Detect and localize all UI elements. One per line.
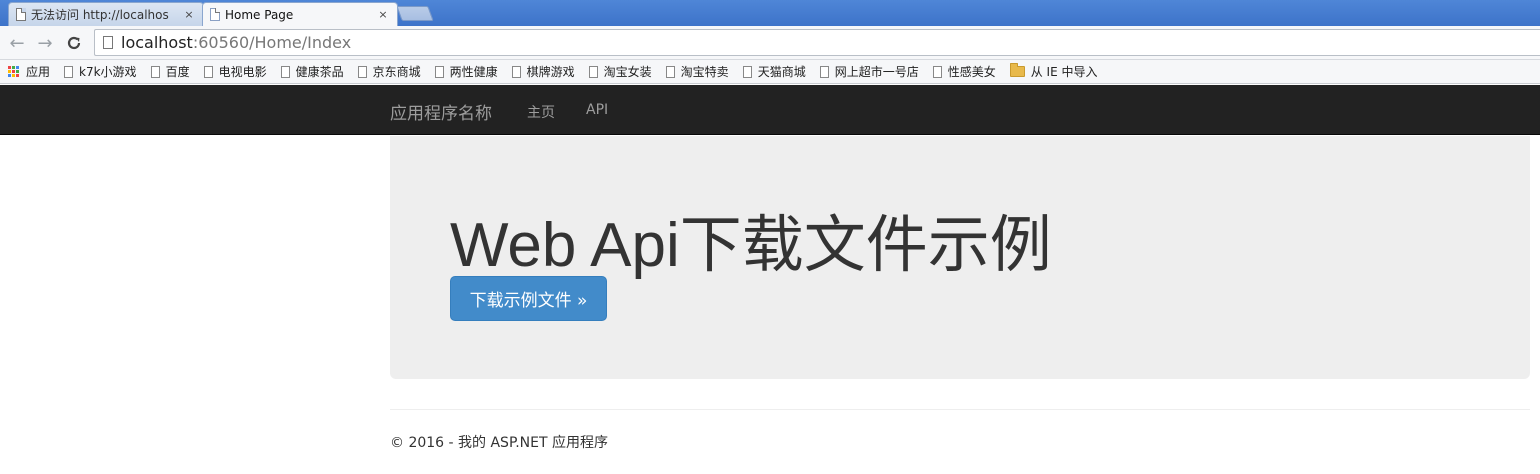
navbar-brand[interactable]: 应用程序名称 bbox=[390, 99, 492, 124]
footer-divider bbox=[390, 409, 1530, 410]
nav-link-api[interactable]: API bbox=[586, 102, 608, 118]
page-icon bbox=[64, 65, 74, 78]
tab-title: 无法访问 http://localhos bbox=[31, 8, 169, 22]
bookmark-item[interactable]: 淘宝女装 bbox=[588, 63, 652, 80]
bookmark-item[interactable]: 两性健康 bbox=[434, 63, 498, 80]
page-heading: Web Api下载文件示例 bbox=[450, 211, 1052, 280]
site-navbar: 应用程序名称 主页 API bbox=[0, 85, 1540, 135]
page-icon bbox=[742, 65, 752, 78]
bookmark-item[interactable]: 健康茶品 bbox=[280, 63, 344, 80]
page-info-icon bbox=[103, 36, 113, 49]
close-tab-icon[interactable]: × bbox=[183, 8, 195, 21]
bookmark-apps[interactable]: 应用 bbox=[8, 63, 50, 80]
bookmarks-bar: 应用 k7k小游戏 百度 电视电影 健康茶品 京东商城 两性健康 棋牌游戏 淘宝… bbox=[0, 60, 1540, 84]
bookmark-item[interactable]: k7k小游戏 bbox=[64, 63, 137, 80]
bookmark-label: 京东商城 bbox=[372, 65, 421, 79]
page-icon bbox=[150, 65, 160, 78]
bookmark-label: k7k小游戏 bbox=[79, 65, 137, 79]
footer-text: © 2016 - 我的 ASP.NET 应用程序 bbox=[390, 435, 608, 451]
nav-link-home[interactable]: 主页 bbox=[527, 102, 555, 122]
url-host: localhost bbox=[121, 33, 193, 52]
tab-strip: 无法访问 http://localhos × Home Page × bbox=[0, 0, 1540, 26]
bookmark-item[interactable]: 网上超市一号店 bbox=[819, 63, 919, 80]
folder-icon bbox=[1009, 63, 1025, 77]
bookmark-item[interactable]: 天猫商城 bbox=[742, 63, 806, 80]
bookmark-label: 网上超市一号店 bbox=[834, 65, 919, 79]
bookmark-label: 百度 bbox=[165, 65, 190, 79]
reload-arrow-glyph bbox=[67, 36, 81, 50]
page-icon bbox=[511, 65, 521, 78]
bookmark-label: 天猫商城 bbox=[757, 65, 806, 79]
page-icon bbox=[665, 65, 675, 78]
back-arrow-icon[interactable]: ← bbox=[5, 31, 29, 55]
forward-arrow-icon[interactable]: → bbox=[33, 31, 57, 55]
tab-error-page[interactable]: 无法访问 http://localhos × bbox=[8, 2, 204, 26]
bookmark-item[interactable]: 百度 bbox=[150, 63, 190, 80]
bookmark-label: 电视电影 bbox=[218, 65, 267, 79]
url-text: localhost:60560/Home/Index bbox=[121, 33, 351, 52]
page-icon bbox=[434, 65, 444, 78]
page-icon bbox=[203, 65, 213, 78]
bookmark-label: 淘宝特卖 bbox=[680, 65, 729, 79]
close-tab-icon[interactable]: × bbox=[377, 8, 389, 21]
bookmark-item[interactable]: 性感美女 bbox=[932, 63, 996, 80]
bookmark-label: 棋牌游戏 bbox=[526, 65, 575, 79]
jumbotron: Web Api下载文件示例 下载示例文件 » bbox=[390, 136, 1530, 379]
page-icon bbox=[280, 65, 290, 78]
bookmark-label: 性感美女 bbox=[947, 65, 996, 79]
bookmark-item[interactable]: 电视电影 bbox=[203, 63, 267, 80]
bookmark-item[interactable]: 棋牌游戏 bbox=[511, 63, 575, 80]
bookmark-label: 淘宝女装 bbox=[603, 65, 652, 79]
bookmark-label: 健康茶品 bbox=[295, 65, 344, 79]
page-icon bbox=[588, 65, 598, 78]
tab-title: Home Page bbox=[225, 7, 294, 22]
tab-home-page[interactable]: Home Page × bbox=[202, 2, 398, 26]
bookmark-label: 应用 bbox=[26, 65, 51, 79]
browser-toolbar: ← → localhost:60560/Home/Index bbox=[0, 26, 1540, 60]
url-path: :60560/Home/Index bbox=[192, 33, 352, 52]
page-icon bbox=[357, 65, 367, 78]
address-bar[interactable]: localhost:60560/Home/Index bbox=[94, 29, 1540, 56]
bookmark-item[interactable]: 京东商城 bbox=[357, 63, 421, 80]
page-icon bbox=[819, 65, 829, 78]
bookmark-label: 从 IE 中导入 bbox=[1030, 65, 1098, 79]
bookmark-label: 两性健康 bbox=[449, 65, 498, 79]
document-icon bbox=[16, 8, 26, 21]
new-tab-button[interactable] bbox=[396, 6, 434, 21]
page-icon bbox=[932, 65, 942, 78]
reload-icon[interactable] bbox=[62, 31, 86, 55]
download-sample-button[interactable]: 下载示例文件 » bbox=[450, 276, 607, 321]
bookmark-folder[interactable]: 从 IE 中导入 bbox=[1009, 63, 1098, 80]
bookmark-item[interactable]: 淘宝特卖 bbox=[665, 63, 729, 80]
apps-grid-icon bbox=[8, 65, 20, 78]
document-icon bbox=[210, 8, 220, 21]
